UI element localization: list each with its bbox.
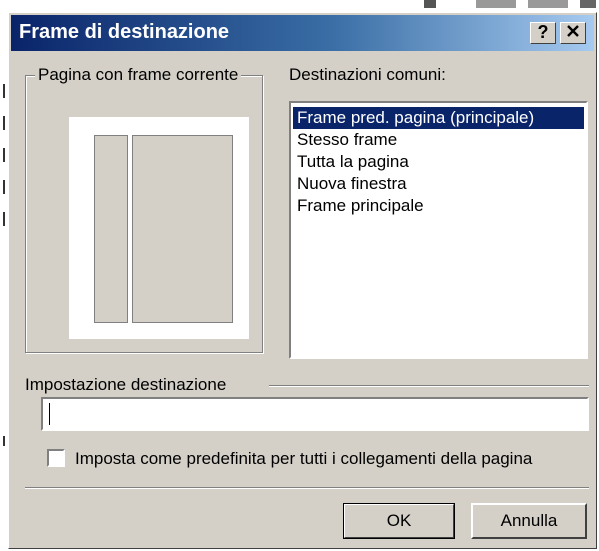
common-target-item[interactable]: Nuova finestra <box>293 173 584 195</box>
title-bar[interactable]: Frame di destinazione ? <box>11 15 594 51</box>
background-window-strip <box>0 0 599 12</box>
target-setting-divider <box>269 385 589 387</box>
common-target-item[interactable]: Frame pred. pagina (principale) <box>293 107 584 129</box>
background-fragment <box>3 116 5 130</box>
background-fragment <box>580 0 596 8</box>
help-button[interactable]: ? <box>530 22 556 44</box>
background-fragment <box>3 148 5 162</box>
preview-frame-left[interactable] <box>94 135 128 323</box>
current-frames-page-label: Pagina con frame corrente <box>35 65 242 85</box>
cancel-button[interactable]: Annulla <box>471 503 587 539</box>
preview-frame-main[interactable] <box>132 135 233 323</box>
background-fragment <box>476 0 516 8</box>
common-targets-list[interactable]: Frame pred. pagina (principale) Stesso fr… <box>289 101 588 359</box>
background-fragment <box>424 0 436 8</box>
background-fragment <box>528 0 568 8</box>
ok-button[interactable]: OK <box>343 503 455 539</box>
set-default-checkbox-label[interactable]: Imposta come predefinita per tutti i col… <box>75 449 532 469</box>
button-separator <box>25 487 589 489</box>
close-icon <box>567 25 579 37</box>
common-targets-label: Destinazioni comuni: <box>289 65 446 84</box>
window-title: Frame di destinazione <box>19 21 230 43</box>
common-target-item[interactable]: Frame principale <box>293 195 584 217</box>
text-caret <box>49 403 50 425</box>
target-setting-input[interactable] <box>41 397 589 431</box>
background-fragment <box>3 436 5 446</box>
background-fragment <box>3 180 5 194</box>
background-fragment <box>3 212 5 226</box>
target-frame-dialog: Frame di destinazione ? Pagina con frame… <box>8 12 597 549</box>
background-window-edge <box>0 0 8 551</box>
target-setting-label: Impostazione destinazione <box>25 375 227 394</box>
frames-page-preview <box>69 117 249 339</box>
common-target-item[interactable]: Stesso frame <box>293 129 584 151</box>
close-button[interactable] <box>560 22 586 44</box>
common-target-item[interactable]: Tutta la pagina <box>293 151 584 173</box>
background-fragment <box>3 84 5 98</box>
set-default-checkbox[interactable] <box>47 449 65 467</box>
